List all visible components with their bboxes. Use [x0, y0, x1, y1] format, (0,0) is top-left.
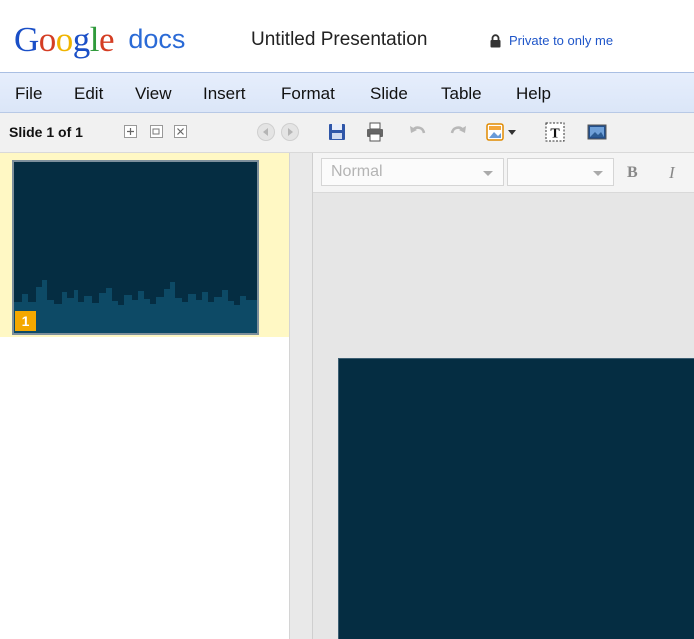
add-slide-icon[interactable]	[124, 125, 137, 138]
menu-bar: File Edit View Insert Format Slide Table…	[0, 72, 694, 113]
document-title[interactable]: Untitled Presentation	[251, 29, 427, 51]
paragraph-style-value: Normal	[331, 163, 383, 180]
header: Google docs Untitled Presentation Privat…	[0, 0, 694, 72]
menu-file[interactable]: File	[15, 84, 42, 104]
logo-letter: l	[89, 20, 100, 59]
slide-panel-header: Slide 1 of 1	[0, 113, 313, 153]
menu-insert[interactable]: Insert	[203, 84, 246, 104]
slide-list	[0, 153, 290, 639]
svg-text:T: T	[550, 127, 560, 142]
chevron-down-icon	[483, 171, 493, 176]
theme-icon[interactable]	[485, 121, 519, 143]
slide-thumbnail[interactable]	[12, 160, 259, 335]
logo-letter: o	[55, 20, 74, 59]
sidebar-resize-gutter[interactable]	[290, 153, 313, 639]
sharing-status[interactable]: Private to only me	[489, 33, 613, 48]
redo-icon[interactable]	[447, 121, 469, 143]
chevron-down-icon	[593, 171, 603, 176]
city-skyline-graphic	[14, 280, 257, 333]
google-docs-logo[interactable]: Google docs	[14, 20, 185, 60]
duplicate-slide-icon[interactable]	[150, 125, 163, 138]
menu-help[interactable]: Help	[516, 84, 551, 104]
lock-icon	[490, 33, 501, 47]
bold-button[interactable]: B	[627, 164, 638, 182]
print-icon[interactable]	[364, 121, 386, 143]
menu-view[interactable]: View	[135, 84, 172, 104]
logo-google-wordmark: Google	[14, 20, 122, 59]
menu-edit[interactable]: Edit	[74, 84, 103, 104]
logo-docs-text: docs	[128, 24, 186, 54]
next-slide-icon[interactable]	[281, 123, 299, 141]
format-bar: Normal B I	[313, 153, 694, 193]
font-size-select[interactable]	[507, 158, 614, 186]
previous-slide-icon[interactable]	[257, 123, 275, 141]
menu-table[interactable]: Table	[441, 84, 482, 104]
logo-letter: e	[99, 20, 115, 59]
toolbar: T	[313, 113, 694, 153]
image-icon[interactable]	[586, 121, 608, 143]
delete-slide-icon[interactable]	[174, 125, 187, 138]
privacy-label: Private to only me	[509, 33, 614, 48]
slide-canvas	[313, 193, 694, 639]
italic-button[interactable]: I	[669, 163, 675, 183]
slide-number-badge: 1	[15, 311, 36, 331]
slide-thumbnail-row[interactable]	[0, 153, 289, 337]
paragraph-style-select[interactable]: Normal	[321, 158, 504, 186]
menu-slide[interactable]: Slide	[370, 84, 408, 104]
logo-letter: G	[14, 20, 39, 59]
current-slide[interactable]	[338, 358, 694, 639]
slide-count: Slide 1 of 1	[9, 124, 83, 140]
textbox-icon[interactable]: T	[544, 121, 566, 143]
menu-format[interactable]: Format	[281, 84, 335, 104]
logo-letter: g	[72, 20, 91, 59]
save-icon[interactable]	[326, 121, 348, 143]
logo-letter: o	[38, 20, 57, 59]
undo-icon[interactable]	[407, 121, 429, 143]
